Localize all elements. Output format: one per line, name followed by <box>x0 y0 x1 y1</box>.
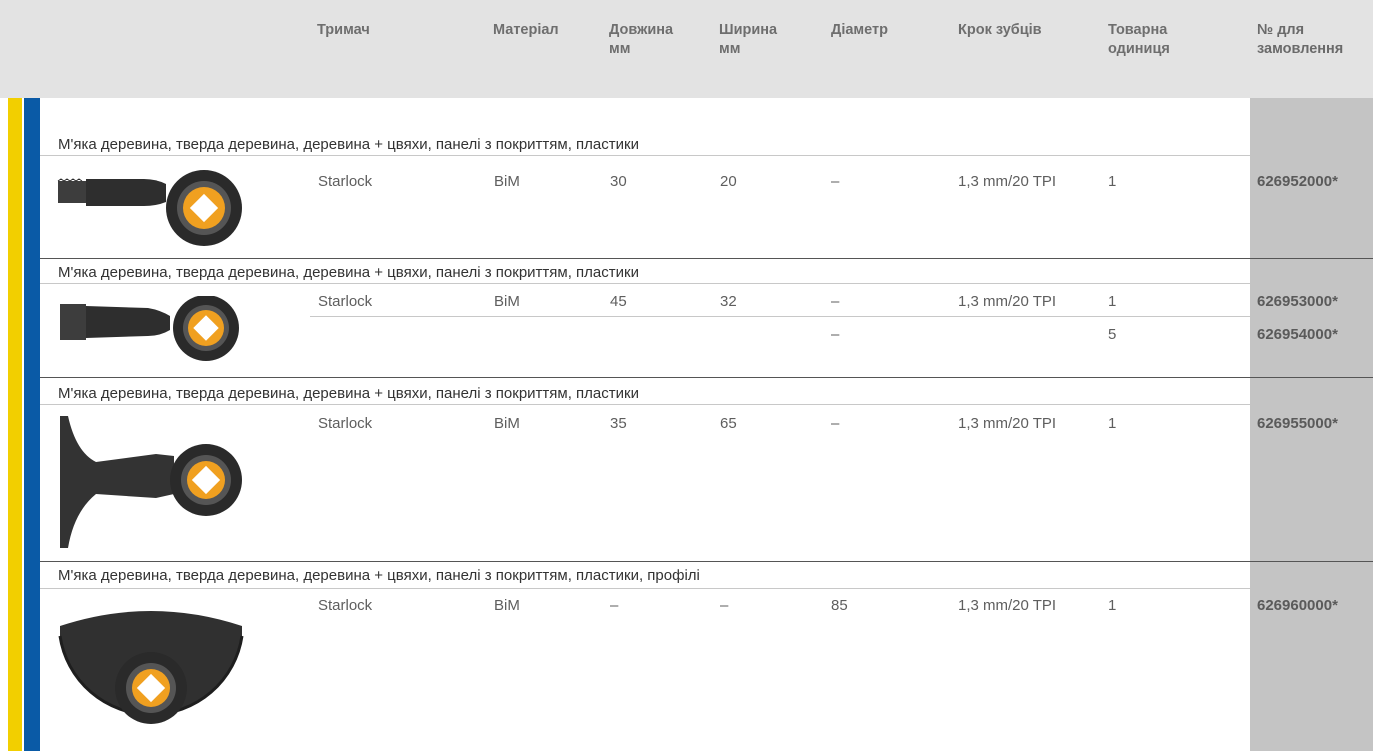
header-unit: Товарна одиниця <box>1108 21 1170 59</box>
header-holder: Тримач <box>317 22 370 38</box>
narrow-plunge-blade-icon <box>57 170 242 246</box>
cell-unit: 1 <box>1108 415 1117 432</box>
cell-holder: Starlock <box>318 597 373 614</box>
divider <box>40 155 1250 156</box>
header-unit-line1: Товарна <box>1108 22 1168 38</box>
header-length: Довжина мм <box>609 21 673 59</box>
cell-diameter: – <box>831 173 840 190</box>
application-text: М'яка деревина, тверда деревина, деревин… <box>58 136 639 153</box>
divider <box>40 588 1250 589</box>
yellow-category-stripe <box>8 98 22 751</box>
header-diameter: Діаметр <box>831 22 888 38</box>
header-order-line2: замовлення <box>1257 41 1344 57</box>
header-length-unit: мм <box>609 41 631 57</box>
segment-saw-blade-icon <box>58 611 244 724</box>
cell-order-number: 626953000* <box>1257 293 1338 310</box>
cell-holder: Starlock <box>318 415 373 432</box>
cell-tooth-pitch: 1,3 mm/20 TPI <box>958 415 1057 432</box>
divider <box>40 283 1250 284</box>
cell-unit: 1 <box>1108 293 1117 310</box>
cell-unit: 1 <box>1108 173 1117 190</box>
blue-category-stripe <box>24 98 40 751</box>
cell-width: 65 <box>720 415 737 432</box>
section-divider <box>40 561 1373 562</box>
cell-order-number: 626954000* <box>1257 326 1338 343</box>
header-width-unit: мм <box>719 41 741 57</box>
header-material: Матеріал <box>493 22 559 38</box>
cell-length: 35 <box>610 415 627 432</box>
cell-order-number: 626955000* <box>1257 415 1338 432</box>
cell-diameter: 85 <box>831 597 848 614</box>
divider <box>40 404 1250 405</box>
wide-plunge-blade-icon <box>60 416 242 548</box>
cell-holder: Starlock <box>318 293 373 310</box>
cell-order-number: 626952000* <box>1257 173 1338 190</box>
cell-material: BiM <box>494 415 520 432</box>
cell-tooth-pitch: 1,3 mm/20 TPI <box>958 597 1057 614</box>
cell-order-number: 626960000* <box>1257 597 1338 614</box>
header-width: Ширина мм <box>719 21 777 59</box>
section-divider <box>40 258 1373 259</box>
cell-width: 32 <box>720 293 737 310</box>
cell-material: BiM <box>494 173 520 190</box>
application-text: М'яка деревина, тверда деревина, деревин… <box>58 567 700 584</box>
header-tooth-pitch: Крок зубців <box>958 22 1042 38</box>
cell-diameter: – <box>831 415 840 432</box>
cell-length: – <box>610 597 619 614</box>
cell-length: 30 <box>610 173 627 190</box>
application-text: М'яка деревина, тверда деревина, деревин… <box>58 385 639 402</box>
header-width-label: Ширина <box>719 22 778 38</box>
cell-width: 20 <box>720 173 737 190</box>
cell-unit: 1 <box>1108 597 1117 614</box>
cell-tooth-pitch: 1,3 mm/20 TPI <box>958 293 1057 310</box>
cell-unit: 5 <box>1108 326 1117 343</box>
cell-length: 45 <box>610 293 627 310</box>
cell-width: – <box>720 597 729 614</box>
cell-material: BiM <box>494 597 520 614</box>
header-order-line1: № для <box>1257 22 1305 38</box>
cell-diameter: – <box>831 326 840 343</box>
row-divider <box>310 316 1250 317</box>
application-text: М'яка деревина, тверда деревина, деревин… <box>58 264 639 281</box>
header-order-number: № для замовлення <box>1257 21 1343 59</box>
header-unit-line2: одиниця <box>1108 41 1170 57</box>
medium-plunge-blade-icon <box>60 296 239 361</box>
section-divider <box>40 377 1373 378</box>
cell-material: BiM <box>494 293 520 310</box>
cell-holder: Starlock <box>318 173 373 190</box>
cell-tooth-pitch: 1,3 mm/20 TPI <box>958 173 1057 190</box>
cell-diameter: – <box>831 293 840 310</box>
header-length-label: Довжина <box>609 22 674 38</box>
